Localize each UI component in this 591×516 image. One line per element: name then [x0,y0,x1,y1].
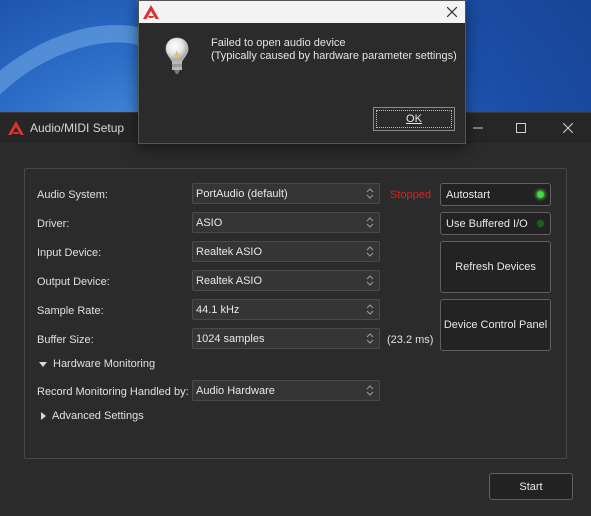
close-icon [563,123,573,133]
select-arrows-icon [366,188,374,199]
sample-rate-label: Sample Rate: [37,305,104,317]
use-buffered-io-label: Use Buffered I/O [446,218,528,230]
input-device-label: Input Device: [37,247,102,259]
input-device-select[interactable]: Realtek ASIO [192,241,380,262]
engine-status-text: Stopped [390,189,431,201]
select-arrows-icon [366,275,374,286]
audio-system-label: Audio System: [37,189,108,201]
dialog-titlebar[interactable] [139,1,465,23]
advanced-settings-label: Advanced Settings [52,410,144,422]
expanded-triangle-icon [39,361,47,367]
audio-system-value: PortAudio (default) [196,188,288,200]
output-device-label: Output Device: [37,276,110,288]
driver-value: ASIO [196,217,223,229]
close-button[interactable] [545,113,591,143]
record-monitoring-select[interactable]: Audio Hardware [192,380,380,401]
window-title: Audio/MIDI Setup [30,121,125,135]
device-control-panel-button[interactable]: Device Control Panel [440,299,551,351]
buffer-latency-text: (23.2 ms) [387,334,434,346]
driver-label: Driver: [37,218,70,230]
app-logo-icon [143,5,159,19]
use-buffered-io-toggle[interactable]: Use Buffered I/O [440,212,551,235]
record-monitoring-label: Record Monitoring Handled by: [37,386,189,398]
minimize-icon [473,127,483,129]
audio-midi-setup-window: Audio/MIDI Setup Audio System: PortAudio… [0,112,591,516]
sample-rate-select[interactable]: 44.1 kHz [192,299,380,320]
output-device-value: Realtek ASIO [196,275,263,287]
select-arrows-icon [366,333,374,344]
ok-button[interactable]: OK [373,107,455,131]
error-dialog: Failed to open audio device (Typically c… [138,0,466,144]
sample-rate-value: 44.1 kHz [196,304,240,316]
hardware-monitoring-label: Hardware Monitoring [53,358,156,370]
maximize-icon [516,123,526,133]
buffer-size-label: Buffer Size: [37,334,94,346]
dialog-body: Failed to open audio device (Typically c… [139,23,465,143]
autostart-label: Autostart [446,189,491,201]
record-monitoring-value: Audio Hardware [196,385,275,397]
select-arrows-icon [366,217,374,228]
buffer-size-select[interactable]: 1024 samples [192,328,380,349]
buffer-size-value: 1024 samples [196,333,265,345]
close-icon [447,7,457,17]
app-logo-icon [8,121,24,135]
output-device-select[interactable]: Realtek ASIO [192,270,380,291]
maximize-button[interactable] [498,113,544,143]
autostart-toggle[interactable]: Autostart [440,183,551,206]
dialog-message-line1: Failed to open audio device [211,37,346,49]
lightbulb-icon [165,37,189,74]
audio-system-select[interactable]: PortAudio (default) [192,183,380,204]
advanced-settings-toggle[interactable]: Advanced Settings [41,410,144,422]
collapsed-triangle-icon [41,412,46,421]
dialog-close-button[interactable] [439,1,465,23]
input-device-value: Realtek ASIO [196,246,263,258]
select-arrows-icon [366,385,374,396]
led-off-icon [536,219,545,228]
start-button[interactable]: Start [489,473,573,500]
refresh-devices-button[interactable]: Refresh Devices [440,241,551,293]
select-arrows-icon [366,304,374,315]
hardware-monitoring-toggle[interactable]: Hardware Monitoring [39,358,155,370]
settings-panel: Audio System: PortAudio (default) Stoppe… [24,168,567,459]
desktop: Audio/MIDI Setup Audio System: PortAudio… [0,0,591,516]
led-on-icon [536,190,545,199]
select-arrows-icon [366,246,374,257]
dialog-message-line2: (Typically caused by hardware parameter … [211,50,457,62]
driver-select[interactable]: ASIO [192,212,380,233]
